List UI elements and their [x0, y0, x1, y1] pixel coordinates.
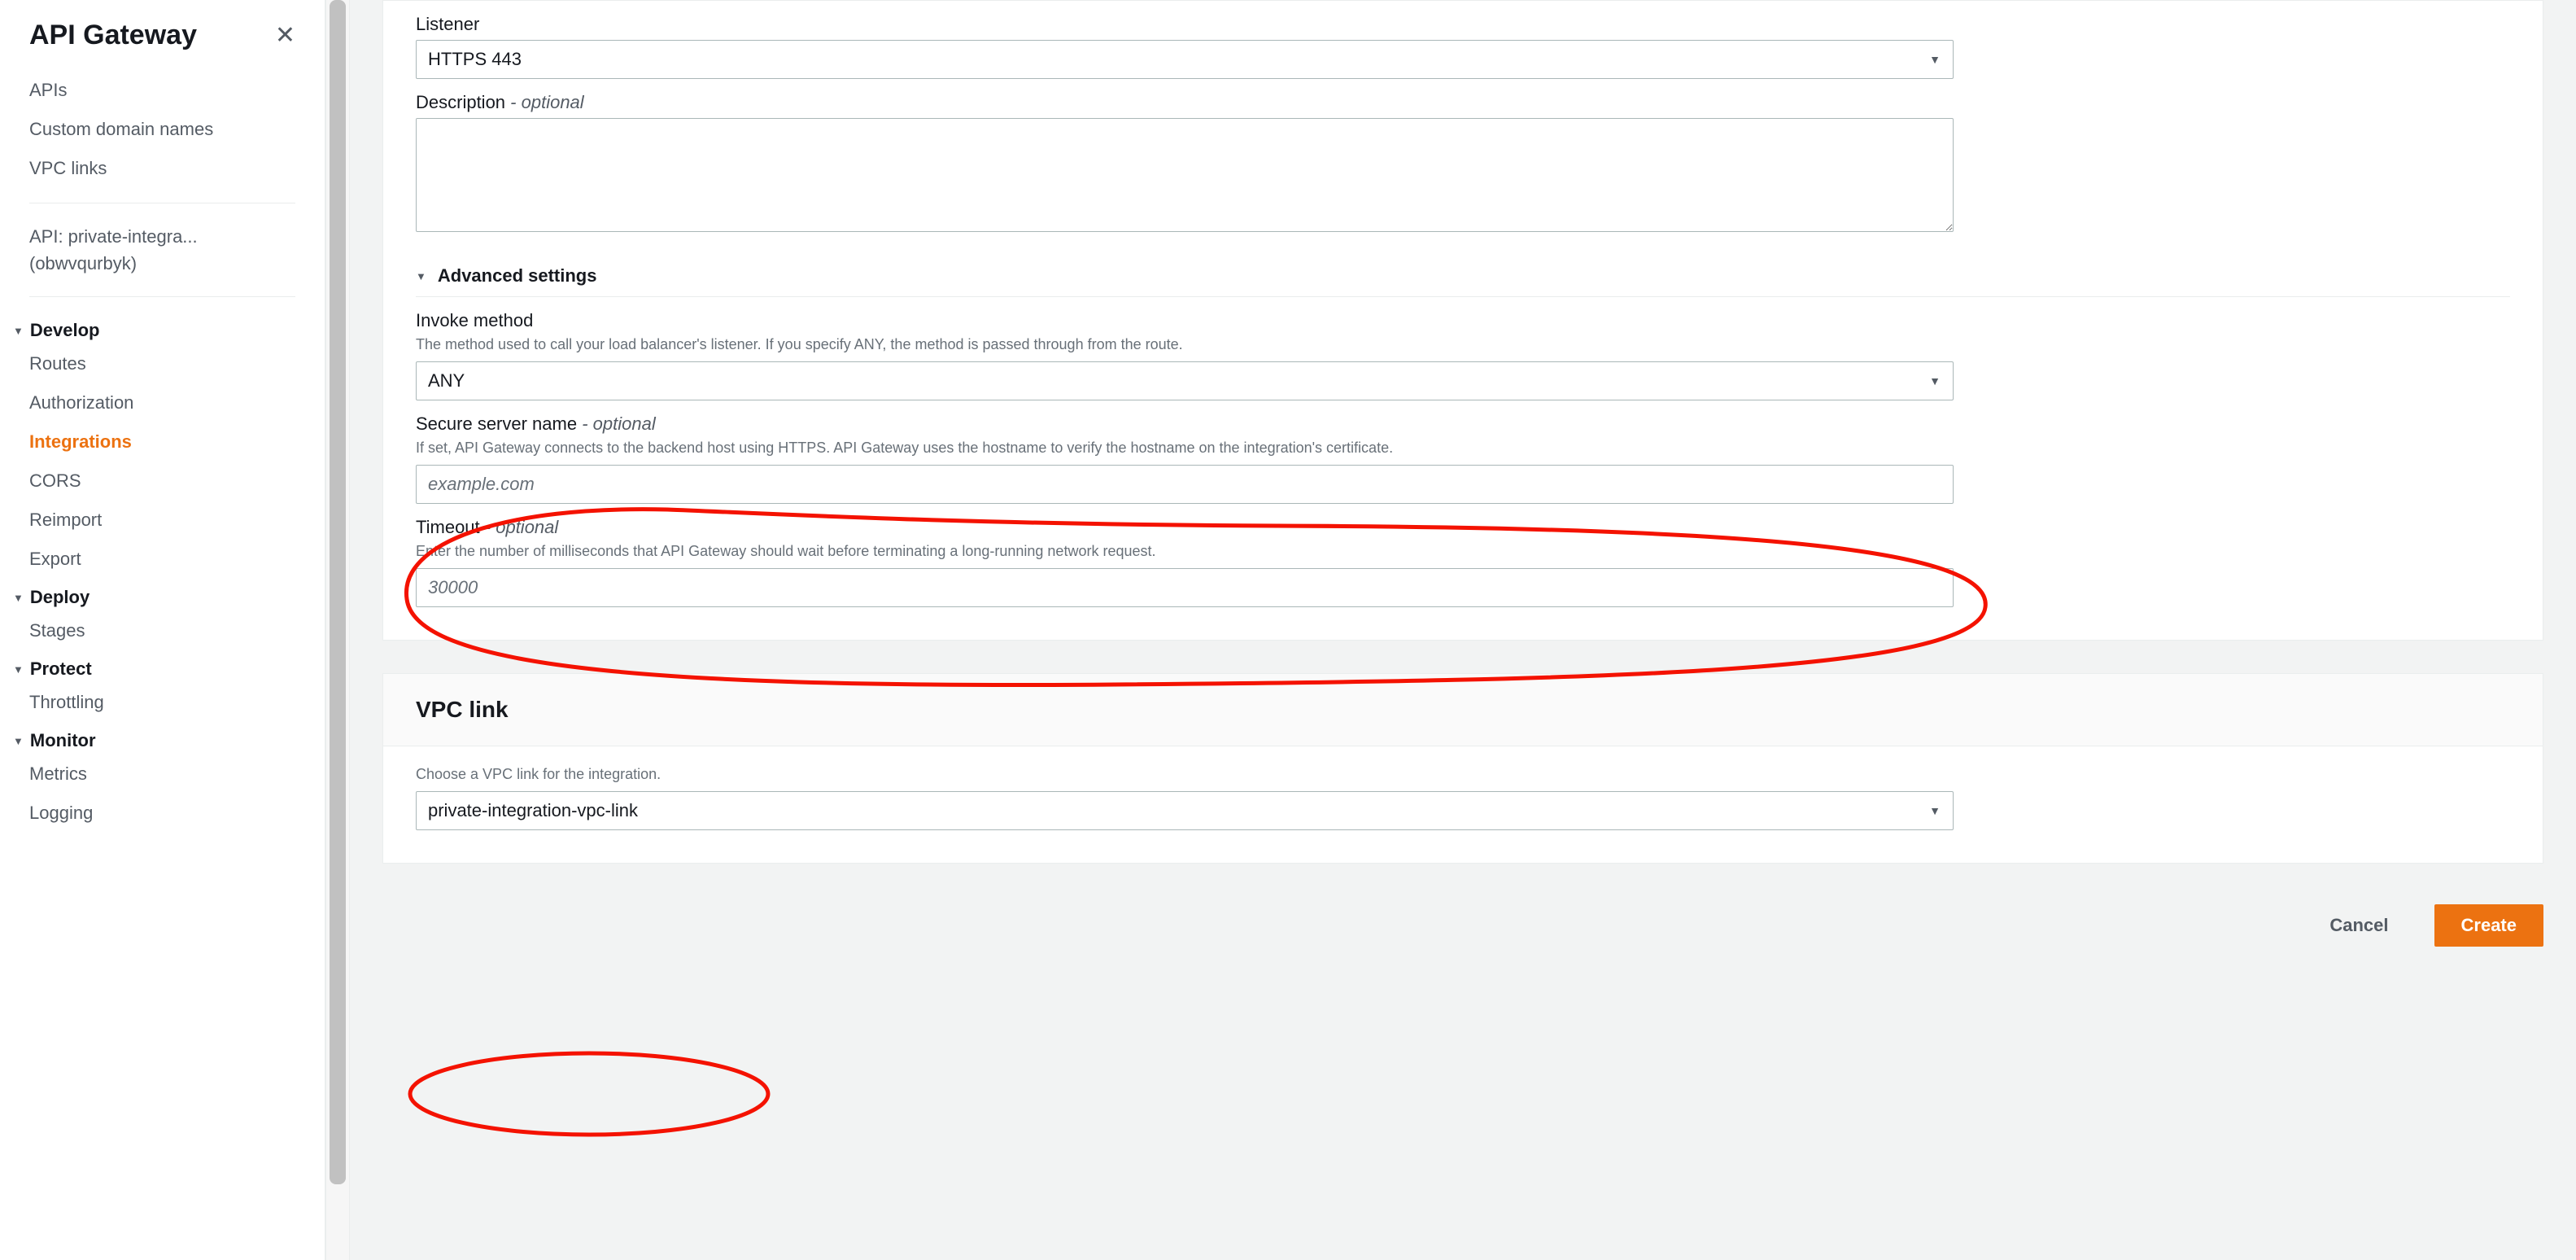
- listener-label: Listener: [416, 14, 2510, 35]
- description-textarea[interactable]: [416, 118, 1954, 232]
- timeout-label: Timeout - optional: [416, 517, 2510, 538]
- advanced-settings-expander[interactable]: ▼ Advanced settings: [416, 254, 2510, 297]
- vpc-link-help: Choose a VPC link for the integration.: [416, 766, 2510, 783]
- timeout-input[interactable]: [416, 568, 1954, 607]
- sidebar-item-metrics[interactable]: Metrics: [29, 755, 295, 794]
- cancel-button[interactable]: Cancel: [2303, 904, 2414, 947]
- service-title: API Gateway: [29, 20, 197, 51]
- sidebar-panel: API Gateway ✕ APIs Custom domain names V…: [0, 0, 325, 1260]
- vpc-link-panel: VPC link Choose a VPC link for the integ…: [382, 673, 2543, 864]
- invoke-method-label: Invoke method: [416, 310, 2510, 331]
- sidebar-item-integrations[interactable]: Integrations: [29, 422, 295, 462]
- create-button[interactable]: Create: [2434, 904, 2543, 947]
- main-content: Listener HTTPS 443 ▼ Description - optio…: [350, 0, 2576, 1260]
- api-context-name: API: private-integra...: [29, 223, 295, 250]
- scrollbar-thumb[interactable]: [330, 0, 346, 1184]
- section-label: Protect: [30, 658, 92, 680]
- sidebar-item-stages[interactable]: Stages: [29, 611, 295, 650]
- section-develop[interactable]: ▼ Develop: [13, 312, 295, 344]
- field-listener: Listener HTTPS 443 ▼: [416, 14, 2510, 79]
- secure-server-input[interactable]: [416, 465, 1954, 504]
- sidebar-item-logging[interactable]: Logging: [29, 794, 295, 833]
- vpc-link-select[interactable]: private-integration-vpc-link: [416, 791, 1954, 830]
- vpc-link-title: VPC link: [416, 697, 2510, 723]
- description-label: Description - optional: [416, 92, 2510, 113]
- field-secure-server-name: Secure server name - optional If set, AP…: [416, 413, 2510, 504]
- api-context[interactable]: API: private-integra... (obwvqurbyk): [29, 218, 295, 282]
- section-deploy[interactable]: ▼ Deploy: [13, 579, 295, 611]
- sidebar-header: API Gateway ✕: [0, 20, 325, 71]
- field-description: Description - optional: [416, 92, 2510, 234]
- caret-down-icon: ▼: [13, 735, 24, 747]
- sidebar-item-reimport[interactable]: Reimport: [29, 501, 295, 540]
- section-label: Deploy: [30, 587, 90, 608]
- sidebar-item-routes[interactable]: Routes: [29, 344, 295, 383]
- integration-settings-panel: Listener HTTPS 443 ▼ Description - optio…: [382, 0, 2543, 641]
- caret-down-icon: ▼: [13, 325, 24, 337]
- section-label: Develop: [30, 320, 100, 341]
- timeout-help: Enter the number of milliseconds that AP…: [416, 543, 2510, 560]
- sidebar-scrollbar[interactable]: [325, 0, 350, 1260]
- advanced-settings-title: Advanced settings: [438, 265, 597, 287]
- section-monitor[interactable]: ▼ Monitor: [13, 722, 295, 755]
- sidebar-item-export[interactable]: Export: [29, 540, 295, 579]
- sidebar-link-vpc-links[interactable]: VPC links: [29, 149, 295, 188]
- secure-server-help: If set, API Gateway connects to the back…: [416, 440, 2510, 457]
- section-protect[interactable]: ▼ Protect: [13, 650, 295, 683]
- sidebar-link-apis[interactable]: APIs: [29, 71, 295, 110]
- field-invoke-method: Invoke method The method used to call yo…: [416, 310, 2510, 400]
- section-label: Monitor: [30, 730, 96, 751]
- caret-down-icon: ▼: [13, 592, 24, 604]
- sidebar-item-cors[interactable]: CORS: [29, 462, 295, 501]
- caret-down-icon: ▼: [13, 663, 24, 676]
- footer-actions: Cancel Create: [382, 896, 2543, 947]
- annotation-vpc-link: [394, 1045, 784, 1143]
- secure-server-label: Secure server name - optional: [416, 413, 2510, 435]
- sidebar-item-authorization[interactable]: Authorization: [29, 383, 295, 422]
- close-icon[interactable]: ✕: [275, 21, 295, 50]
- sidebar-link-custom-domains[interactable]: Custom domain names: [29, 110, 295, 149]
- field-timeout: Timeout - optional Enter the number of m…: [416, 517, 2510, 607]
- sidebar-item-throttling[interactable]: Throttling: [29, 683, 295, 722]
- listener-select[interactable]: HTTPS 443: [416, 40, 1954, 79]
- caret-down-icon: ▼: [416, 270, 426, 282]
- api-context-id: (obwvqurbyk): [29, 250, 295, 277]
- vpc-link-panel-header: VPC link: [383, 674, 2543, 746]
- invoke-method-select[interactable]: ANY: [416, 361, 1954, 400]
- invoke-method-help: The method used to call your load balanc…: [416, 336, 2510, 353]
- nav-divider: [29, 296, 295, 297]
